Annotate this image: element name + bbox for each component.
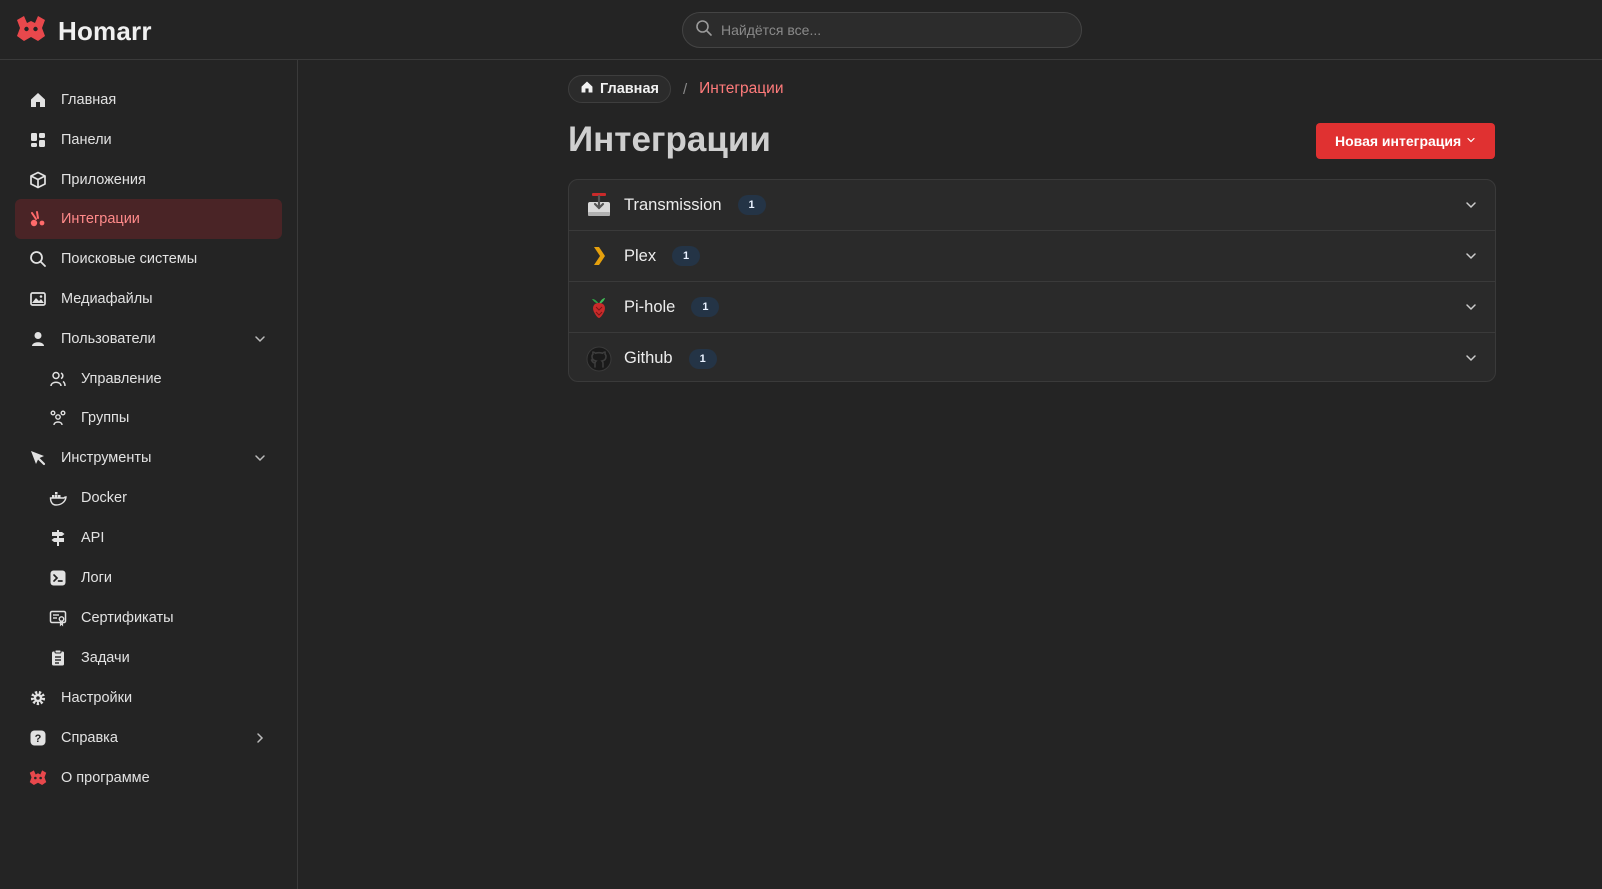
sidebar-item-label: Задачи [81,650,130,666]
sidebar-item-users[interactable]: Пользователи [15,319,282,359]
sidebar-item-settings[interactable]: Настройки [15,678,282,718]
sidebar-item-label: API [81,530,105,546]
users-group-icon [48,408,68,428]
sidebar-item-label: Инструменты [61,450,152,466]
integration-name: Transmission [624,195,722,214]
sidebar-item-label: Группы [81,410,130,426]
pointer-icon [28,448,48,468]
integration-row-plex[interactable]: Plex 1 [569,231,1495,282]
integration-row-github[interactable]: Github 1 [569,333,1495,381]
count-badge: 1 [737,195,766,215]
breadcrumb-current[interactable]: Интеграции [699,80,783,98]
gear-icon [28,688,48,708]
sidebar-item-certificates[interactable]: Сертификаты [15,598,282,638]
search-icon [695,19,713,42]
integration-row-pihole[interactable]: Pi-hole 1 [569,282,1495,333]
certificate-icon [48,608,68,628]
integration-name: Pi-hole [624,297,676,316]
plug-connected-icon [28,209,48,229]
sidebar-item-label: Справка [61,730,118,746]
docker-icon [48,488,68,508]
integrations-accordion: Transmission 1 Plex 1 Pi-hole 1 Github 1 [568,179,1496,382]
clipboard-icon [48,648,68,668]
chevron-down-icon [1463,248,1479,264]
new-integration-button[interactable]: Новая интеграция [1316,123,1495,159]
integration-row-transmission[interactable]: Transmission 1 [569,180,1495,231]
photo-icon [28,289,48,309]
pihole-icon [586,294,612,320]
sidebar-item-search-engines[interactable]: Поисковые системы [15,239,282,279]
integration-name: Plex [624,246,657,265]
signpost-icon [48,528,68,548]
chevron-right-icon [252,730,268,746]
count-badge: 1 [672,246,701,266]
sidebar-item-tools[interactable]: Инструменты [15,438,282,478]
sidebar-item-media[interactable]: Медиафайлы [15,279,282,319]
dashboard-icon [28,130,48,150]
breadcrumb-separator: / [682,80,688,98]
question-icon: ? [28,728,48,748]
chevron-down-icon [252,331,268,347]
sidebar-item-label: Настройки [61,690,133,706]
app-name: Homarr [58,16,152,46]
homarr-logo-icon [28,768,48,788]
chevron-down-icon [1463,197,1479,213]
svg-text:?: ? [35,733,42,745]
sidebar-item-label: Сертификаты [81,610,174,626]
search-input[interactable] [721,22,1051,38]
top-header: Homarr [0,0,1602,60]
sidebar-item-label: Интеграции [61,211,140,227]
homarr-logo-icon [14,14,48,49]
sidebar: Главная Панели Приложения Интеграции Пои… [0,60,298,889]
sidebar-item-label: Приложения [61,172,146,188]
home-icon [28,90,48,110]
users-icon [48,369,68,389]
sidebar-item-help[interactable]: ? Справка [15,718,282,758]
count-badge: 1 [688,348,717,369]
sidebar-item-tasks[interactable]: Задачи [15,638,282,678]
breadcrumb-home[interactable]: Главная [568,75,671,103]
home-icon [580,80,594,98]
sidebar-item-label: Пользователи [61,331,156,347]
chevron-down-icon [1463,299,1479,315]
sidebar-item-label: Логи [81,570,112,586]
search-bar[interactable] [682,12,1082,48]
sidebar-item-docker[interactable]: Docker [15,478,282,518]
integration-name: Github [624,349,673,367]
app-logo[interactable]: Homarr [14,14,152,49]
github-icon [586,346,612,372]
sidebar-item-label: Главная [61,92,117,108]
sidebar-item-logs[interactable]: Логи [15,558,282,598]
sidebar-item-label: Панели [61,132,112,148]
breadcrumb-home-label: Главная [600,81,659,97]
user-icon [28,329,48,349]
sidebar-item-groups[interactable]: Группы [15,398,282,438]
sidebar-item-label: О программе [61,770,150,786]
sidebar-item-label: Docker [81,490,127,506]
chevron-down-icon [252,450,268,466]
box-icon [28,170,48,190]
page-title: Интеграции [568,120,771,159]
sidebar-item-about[interactable]: О программе [15,758,282,798]
terminal-icon [48,568,68,588]
transmission-icon [586,192,612,218]
sidebar-item-api[interactable]: API [15,518,282,558]
sidebar-item-label: Медиафайлы [61,291,153,307]
search-icon [28,249,48,269]
sidebar-item-home[interactable]: Главная [15,80,282,120]
sidebar-item-label: Поисковые системы [61,251,198,267]
plex-icon [586,243,612,269]
breadcrumb: Главная / Интеграции [568,75,784,103]
sidebar-item-manage[interactable]: Управление [15,359,282,399]
new-integration-label: Новая интеграция [1335,133,1462,149]
count-badge: 1 [691,297,720,317]
sidebar-item-integrations[interactable]: Интеграции [15,199,282,239]
chevron-down-icon [1463,350,1479,366]
sidebar-item-boards[interactable]: Панели [15,120,282,160]
sidebar-item-apps[interactable]: Приложения [15,160,282,200]
chevron-down-icon [1465,133,1477,149]
sidebar-item-label: Управление [81,371,162,387]
